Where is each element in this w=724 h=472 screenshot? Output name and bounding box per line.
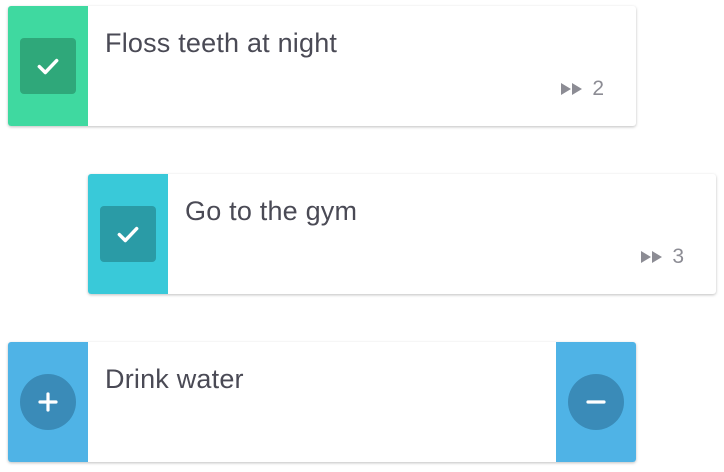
habit-card-accent [8, 6, 88, 126]
habit-card-floss[interactable]: Floss teeth at night 2 [8, 6, 636, 126]
streak-count: 3 [672, 245, 684, 268]
increment-button[interactable] [20, 374, 76, 430]
complete-checkbox[interactable] [100, 206, 156, 262]
habit-title: Go to the gym [185, 196, 358, 226]
checkmark-icon [117, 226, 139, 243]
streak-indicator: 2 [560, 77, 604, 101]
fast-forward-icon [561, 83, 583, 95]
checkmark-icon [37, 58, 59, 75]
habit-card-accent-right [556, 342, 636, 462]
complete-checkbox[interactable] [20, 38, 76, 94]
habit-card-accent [88, 174, 168, 294]
minus-icon [586, 400, 606, 404]
habit-title: Floss teeth at night [105, 28, 338, 58]
decrement-button[interactable] [568, 374, 624, 430]
fast-forward-icon [641, 251, 663, 263]
streak-indicator: 3 [640, 245, 684, 269]
habit-card-accent [8, 342, 88, 462]
streak-count: 2 [592, 77, 604, 100]
habit-title: Drink water [105, 364, 244, 394]
habit-card-drink-water[interactable]: Drink water [8, 342, 636, 462]
plus-icon [38, 392, 58, 412]
habit-card-gym[interactable]: Go to the gym 3 [88, 174, 716, 294]
